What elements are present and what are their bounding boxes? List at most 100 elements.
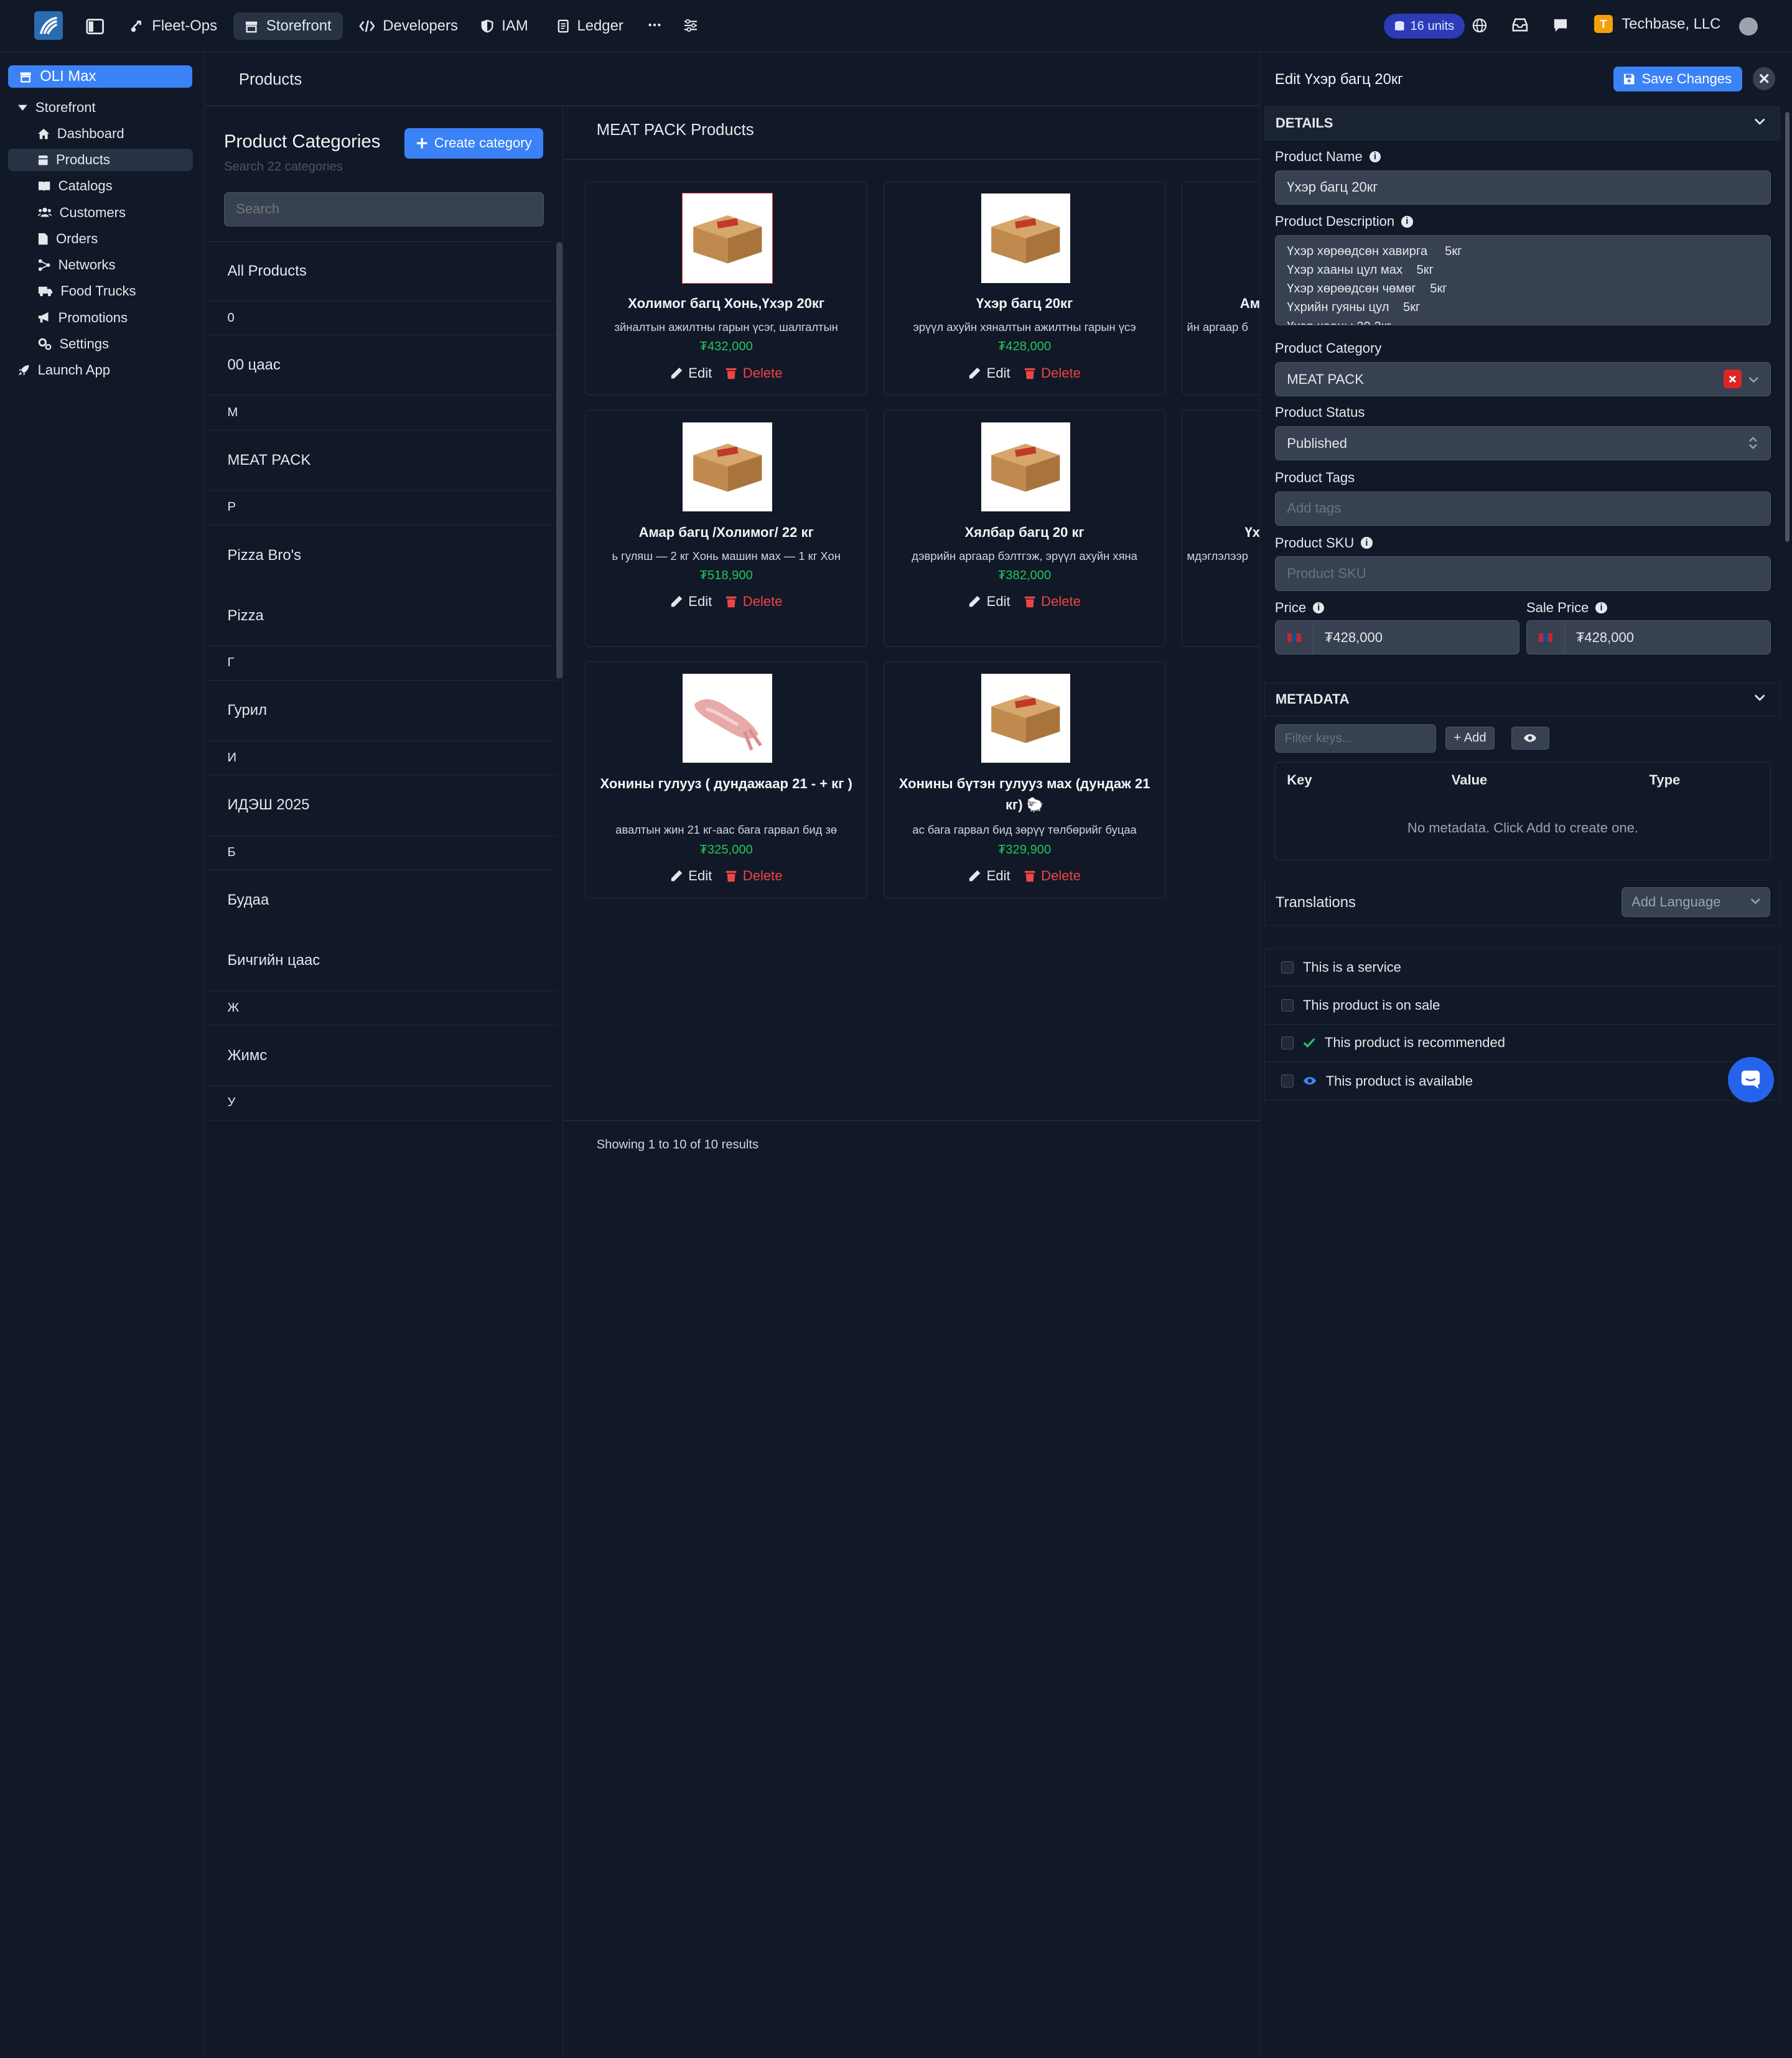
save-changes-button[interactable]: Save Changes — [1613, 66, 1742, 91]
product-card[interactable]: Хонины бүтэн гулууз мах (дундаж 21 кг) 🐑… — [883, 661, 1166, 898]
delete-product-button[interactable]: Delete — [726, 594, 782, 610]
sidebar-toggle-icon[interactable] — [86, 17, 104, 35]
sidebar-item-products[interactable]: Products — [7, 148, 194, 172]
product-name: Хонины гулууз ( дундажаар 21 - + кг ) — [600, 775, 852, 791]
on-sale-checkbox[interactable] — [1281, 999, 1294, 1012]
product-image-box[interactable] — [981, 422, 1071, 511]
product-card[interactable]: Холимог багц Хонь,Үхэр 20кг ɜйналтын ажи… — [585, 182, 868, 396]
close-drawer-button[interactable] — [1752, 67, 1776, 91]
create-category-button[interactable]: Create category — [404, 128, 544, 159]
edit-product-button[interactable]: Edit — [968, 365, 1010, 381]
delete-product-button[interactable]: Delete — [1024, 365, 1081, 381]
add-language-select[interactable]: Add Language — [1622, 887, 1771, 918]
inbox-icon[interactable] — [1512, 18, 1528, 32]
product-card[interactable]: Үх мдэглэлээр — [1182, 410, 1259, 647]
category-search-input[interactable] — [223, 192, 544, 226]
sidebar-item-food-trucks[interactable]: Food Trucks — [8, 280, 194, 303]
product-name-input[interactable]: Үхэр багц 20кг — [1274, 170, 1771, 205]
category-item-meat-pack[interactable]: MEAT PACK — [205, 431, 558, 491]
units-badge[interactable]: 16 units — [1384, 14, 1465, 39]
more-icon[interactable] — [648, 18, 661, 32]
category-item[interactable]: Будаа — [206, 870, 558, 931]
category-scrollbar[interactable] — [556, 242, 562, 679]
drawer-scrollbar[interactable] — [1785, 111, 1790, 542]
is-service-checkbox-row[interactable]: This is a service — [1265, 949, 1779, 987]
category-all-products[interactable]: All Products — [205, 242, 558, 302]
sliders-icon[interactable] — [683, 18, 698, 33]
support-chat-button[interactable] — [1728, 1056, 1774, 1103]
delete-product-button[interactable]: Delete — [1024, 868, 1081, 884]
recommended-checkbox[interactable] — [1281, 1036, 1294, 1050]
user-avatar[interactable] — [1739, 17, 1758, 35]
product-image-box[interactable] — [682, 193, 773, 284]
sidebar-item-promotions[interactable]: Promotions — [8, 306, 194, 329]
organization-switcher[interactable]: T Techbase, LLC — [1594, 14, 1720, 34]
price-input[interactable]: ₮428,000 — [1274, 620, 1519, 655]
product-category-select[interactable]: MEAT PACK — [1274, 362, 1771, 397]
nav-fleet-ops[interactable]: Fleet-Ops — [119, 12, 228, 40]
sidebar-item-orders[interactable]: Orders — [8, 227, 194, 250]
product-card[interactable]: Ам йн аргаар б — [1182, 182, 1259, 396]
category-item[interactable]: 00 цаас — [205, 335, 558, 396]
nav-storefront[interactable]: Storefront — [233, 12, 343, 40]
add-metadata-button[interactable]: + Add — [1445, 727, 1495, 750]
product-image-box[interactable] — [981, 673, 1071, 763]
nav-developers[interactable]: Developers — [347, 12, 469, 40]
sidebar-item-networks[interactable]: Networks — [8, 254, 194, 277]
sidebar-item-dashboard[interactable]: Dashboard — [8, 123, 194, 146]
clear-category-button[interactable] — [1723, 370, 1742, 388]
sidebar-item-catalogs[interactable]: Catalogs — [8, 175, 194, 198]
category-item[interactable]: ИДЭШ 2025 — [205, 775, 558, 836]
product-image-box[interactable] — [683, 673, 772, 763]
product-description-textarea[interactable]: Үхэр хөрөөдсөн хавирга 5кг Үхэр хааны цу… — [1274, 235, 1771, 326]
sidebar-item-customers[interactable]: Customers — [8, 201, 194, 224]
edit-product-button[interactable]: Edit — [670, 365, 712, 381]
product-tags-input[interactable]: Add tags — [1274, 491, 1771, 526]
product-card[interactable]: Хонины гулууз ( дундажаар 21 - + кг ) ав… — [585, 661, 868, 898]
info-icon[interactable]: i — [1401, 216, 1413, 228]
available-checkbox-row[interactable]: This product is available — [1265, 1062, 1778, 1100]
metadata-section-header[interactable]: METADATA — [1264, 682, 1780, 717]
product-card[interactable]: Үхэр багц 20кг эрүүл ахуйн хяналтын ажил… — [883, 182, 1166, 396]
product-image-box[interactable] — [981, 193, 1071, 283]
category-item[interactable]: Pizza Bro's — [206, 525, 558, 585]
info-icon[interactable]: i — [1361, 537, 1373, 549]
edit-product-button[interactable]: Edit — [670, 594, 712, 610]
product-card[interactable]: Хялбар багц 20 кг дэврийн аргаар бэлтгэж… — [883, 410, 1166, 647]
category-item[interactable]: Pizza — [205, 585, 558, 646]
metadata-filter-input[interactable]: Filter keys... — [1274, 724, 1436, 753]
sidebar-section-storefront[interactable]: Storefront — [8, 96, 194, 119]
edit-product-button[interactable]: Edit — [968, 594, 1010, 610]
category-item[interactable]: Гурил — [205, 681, 558, 742]
edit-product-button[interactable]: Edit — [968, 868, 1010, 884]
toggle-metadata-visibility-button[interactable] — [1511, 727, 1549, 750]
product-card[interactable]: Амар багц /Холимог/ 22 кг ь гуляш — 2 кг… — [585, 410, 868, 647]
delete-product-button[interactable]: Delete — [726, 365, 782, 381]
delete-product-button[interactable]: Delete — [1024, 594, 1081, 610]
sidebar-org[interactable]: OLI Max — [7, 65, 192, 88]
is-service-checkbox[interactable] — [1281, 961, 1294, 974]
on-sale-checkbox-row[interactable]: This product is on sale — [1265, 987, 1779, 1025]
recommended-checkbox-row[interactable]: This product is recommended — [1265, 1025, 1779, 1063]
product-sku-input[interactable]: Product SKU — [1274, 556, 1771, 591]
delete-product-button[interactable]: Delete — [726, 868, 782, 884]
sidebar-launch-app[interactable]: Launch App — [8, 359, 194, 382]
details-section-header[interactable]: DETAILS — [1264, 106, 1780, 141]
category-item[interactable]: Жимс — [205, 1025, 558, 1086]
globe-icon[interactable] — [1472, 18, 1487, 33]
info-icon[interactable]: i — [1595, 602, 1607, 614]
sidebar-item-settings[interactable]: Settings — [8, 332, 194, 355]
product-image-box[interactable] — [683, 422, 772, 511]
chat-icon[interactable] — [1553, 18, 1568, 33]
category-item[interactable]: Бичгийн цаас — [205, 931, 558, 992]
available-checkbox[interactable] — [1281, 1074, 1294, 1087]
app-logo[interactable] — [34, 11, 63, 40]
nav-ledger[interactable]: Ledger — [546, 12, 635, 40]
sale-price-input[interactable]: ₮428,000 — [1526, 620, 1771, 655]
info-icon[interactable]: i — [1313, 602, 1325, 614]
edit-product-button[interactable]: Edit — [670, 868, 712, 884]
nav-iam[interactable]: IAM — [470, 12, 539, 40]
product-status-select[interactable]: Published — [1274, 426, 1771, 461]
category-label: Жимс — [227, 1046, 268, 1064]
info-icon[interactable]: i — [1369, 151, 1381, 162]
